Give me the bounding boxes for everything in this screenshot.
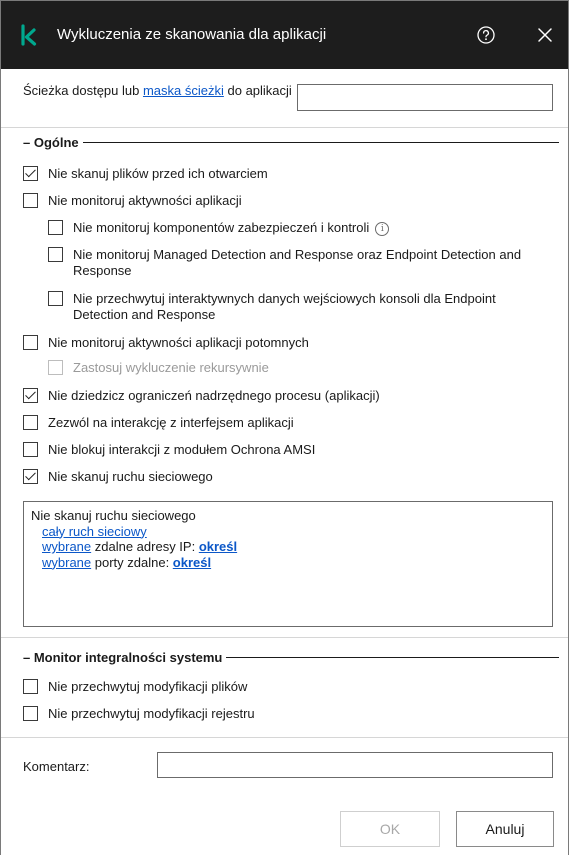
network-all-traffic-row: cały ruch sieciowy [31,524,545,540]
specify-ip-link[interactable]: określ [199,539,237,554]
selected-ports-link[interactable]: wybrane [42,555,91,570]
checkbox-box[interactable] [23,442,38,457]
all-traffic-link[interactable]: cały ruch sieciowy [42,524,147,539]
checkbox-label: Nie monitoruj Managed Detection and Resp… [73,247,522,278]
checkbox-label: Nie monitoruj aktywności aplikacji [48,193,242,208]
checkbox-label: Zezwól na interakcję z interfejsem aplik… [48,415,294,430]
path-input[interactable] [297,84,553,111]
info-icon[interactable]: i [375,222,390,236]
checkbox-box[interactable] [23,335,38,350]
ports-row-text: porty zdalne: [91,554,173,570]
divider [1,127,568,128]
checkbox-no-intercept-file-modifications[interactable]: Nie przechwytuj modyfikacji plików [23,679,247,695]
checkbox-box[interactable] [48,220,63,235]
kaspersky-logo-icon [21,24,37,46]
checkbox-no-scan-network-traffic[interactable]: Nie skanuj ruchu sieciowego [23,469,213,485]
checkbox-no-monitor-app-activity[interactable]: Nie monitoruj aktywności aplikacji [23,193,242,209]
checkbox-label: Zastosuj wykluczenie rekursywnie [73,360,269,375]
checkbox-label: Nie skanuj plików przed ich otwarciem [48,166,268,181]
checkbox-box[interactable] [23,469,38,484]
checkbox-box[interactable] [23,706,38,721]
checkbox-label: Nie dziedzicz ograniczeń nadrzędnego pro… [48,388,380,403]
checkbox-no-inherit-parent-restrictions[interactable]: Nie dziedzicz ograniczeń nadrzędnego pro… [23,388,380,404]
help-icon[interactable] [473,22,499,48]
checkbox-no-intercept-registry-modifications[interactable]: Nie przechwytuj modyfikacji rejestru [23,706,255,722]
checkbox-box[interactable] [23,679,38,694]
cancel-button[interactable]: Anuluj [456,811,554,847]
checkbox-no-monitor-child-apps[interactable]: Nie monitoruj aktywności aplikacji potom… [23,335,309,351]
ip-row-text: zdalne adresy IP: [91,539,199,554]
path-field-label: Ścieżka dostępu lub maska ścieżki do apl… [23,83,293,99]
integrity-section-title: – Monitor integralności systemu [23,649,223,665]
checkbox-box[interactable] [48,291,63,306]
checkbox-label: Nie przechwytuj modyfikacji rejestru [48,706,255,721]
checkbox-no-monitor-security-components[interactable]: Nie monitoruj komponentów zabezpieczeń i… [48,220,390,236]
network-box-title: Nie skanuj ruchu sieciowego [31,508,196,523]
comment-label: Komentarz: [23,759,90,774]
checkbox-allow-app-interface-interaction[interactable]: Zezwól na interakcję z interfejsem aplik… [23,415,294,431]
selected-ip-link[interactable]: wybrane [42,539,91,554]
checkbox-label: Nie skanuj ruchu sieciowego [48,469,213,484]
network-traffic-settings-box: Nie skanuj ruchu sieciowego cały ruch si… [23,501,553,627]
checkbox-apply-recursively: Zastosuj wykluczenie rekursywnie [48,360,269,376]
path-mask-link[interactable]: maska ścieżki [143,83,224,98]
general-section-title: – Ogólne [23,134,79,150]
close-icon[interactable] [531,21,559,49]
checkbox-label: Nie przechwytuj modyfikacji plików [48,679,248,694]
network-ip-row: wybrane zdalne adresy IP: określ [31,539,545,555]
path-label-suffix: do aplikacji [223,83,292,98]
checkbox-label: Nie blokuj interakcji z modułem Ochrona … [48,442,316,457]
checkbox-box[interactable] [23,388,38,403]
divider [1,737,568,738]
checkbox-label: Nie przechwytuj interaktywnych danych we… [73,291,496,322]
checkbox-box[interactable] [48,247,63,262]
section-rule [82,141,559,143]
ok-button[interactable]: OK [340,811,440,847]
checkbox-no-block-amsi[interactable]: Nie blokuj interakcji z modułem Ochrona … [23,442,315,458]
checkbox-no-scan-before-open[interactable]: Nie skanuj plików przed ich otwarciem [23,166,268,182]
comment-input[interactable] [157,752,553,778]
section-rule [226,656,559,658]
network-ports-row: wybrane porty zdalne: określ [31,555,545,571]
dialog-footer: OK Anuluj [1,789,568,855]
checkbox-no-monitor-mdr-edr[interactable]: Nie monitoruj Managed Detection and Resp… [48,247,548,279]
divider [1,637,568,638]
checkbox-box [48,360,63,375]
checkbox-box[interactable] [23,166,38,181]
dialog-window: Wykluczenia ze skanowania dla aplikacji … [0,0,569,855]
checkbox-label: Nie monitoruj komponentów zabezpieczeń i… [73,220,390,236]
checkbox-box[interactable] [23,193,38,208]
checkbox-box[interactable] [23,415,38,430]
title-bar: Wykluczenia ze skanowania dla aplikacji [1,1,568,69]
path-label-prefix: Ścieżka dostępu lub [23,83,143,98]
checkbox-no-intercept-console-input[interactable]: Nie przechwytuj interaktywnych danych we… [48,291,548,323]
specify-ports-link[interactable]: określ [173,555,211,570]
general-section-header: – Ogólne [23,132,559,152]
checkbox-label: Nie monitoruj aktywności aplikacji potom… [48,335,309,350]
integrity-section-header: – Monitor integralności systemu [23,647,559,667]
dialog-title: Wykluczenia ze skanowania dla aplikacji [57,26,327,43]
